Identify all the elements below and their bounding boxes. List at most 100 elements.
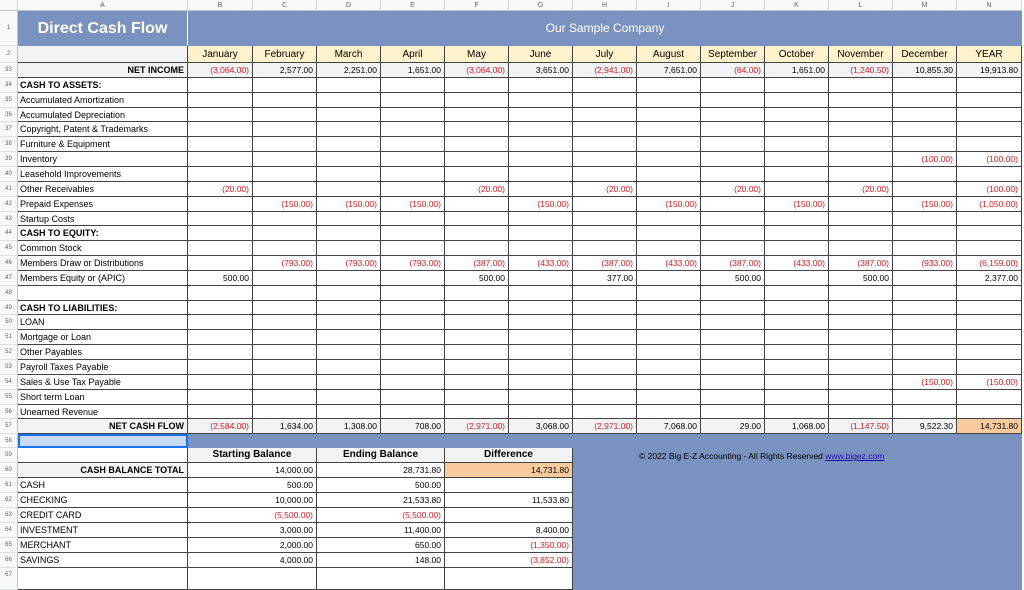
data-cell[interactable] — [637, 241, 701, 256]
data-cell[interactable] — [701, 137, 765, 152]
data-cell[interactable] — [445, 330, 509, 345]
data-cell[interactable]: (1,050.00) — [957, 197, 1022, 212]
data-cell[interactable]: (933.00) — [893, 256, 957, 271]
data-cell[interactable] — [765, 390, 829, 405]
row-number[interactable]: 63 — [0, 508, 18, 523]
data-cell[interactable] — [381, 301, 445, 315]
data-cell[interactable] — [317, 241, 381, 256]
data-cell[interactable] — [701, 315, 765, 330]
data-cell[interactable] — [765, 375, 829, 390]
data-cell[interactable] — [957, 390, 1022, 405]
balance-cell[interactable]: 500.00 — [188, 478, 317, 493]
data-cell[interactable]: (150.00) — [253, 197, 317, 212]
row-number[interactable]: 33 — [0, 63, 18, 78]
column-header-G[interactable]: G — [509, 0, 573, 11]
data-cell[interactable] — [893, 390, 957, 405]
data-cell[interactable]: 2,377.00 — [957, 271, 1022, 286]
data-cell[interactable] — [188, 330, 253, 345]
data-cell[interactable] — [509, 390, 573, 405]
data-cell[interactable] — [253, 405, 317, 419]
data-cell[interactable]: (64.00) — [701, 63, 765, 78]
data-cell[interactable] — [381, 212, 445, 226]
data-cell[interactable] — [573, 315, 637, 330]
data-cell[interactable] — [253, 122, 317, 137]
data-cell[interactable] — [188, 137, 253, 152]
data-cell[interactable] — [829, 345, 893, 360]
data-cell[interactable] — [317, 315, 381, 330]
data-cell[interactable] — [573, 137, 637, 152]
balance-cell[interactable]: 14,000.00 — [188, 463, 317, 478]
balance-cell[interactable] — [445, 508, 573, 523]
data-cell[interactable] — [188, 375, 253, 390]
data-cell[interactable] — [765, 167, 829, 182]
data-cell[interactable] — [829, 122, 893, 137]
data-cell[interactable] — [253, 182, 317, 197]
data-cell[interactable]: 708.00 — [381, 419, 445, 434]
data-cell[interactable] — [573, 390, 637, 405]
data-cell[interactable] — [573, 345, 637, 360]
data-cell[interactable] — [957, 137, 1022, 152]
data-cell[interactable] — [957, 360, 1022, 375]
row-number[interactable]: 45 — [0, 241, 18, 256]
data-cell[interactable] — [509, 271, 573, 286]
data-cell[interactable]: (20.00) — [573, 182, 637, 197]
data-cell[interactable] — [701, 78, 765, 93]
data-cell[interactable] — [509, 301, 573, 315]
data-cell[interactable] — [509, 152, 573, 167]
data-cell[interactable] — [188, 390, 253, 405]
data-cell[interactable]: (3,064.00) — [445, 63, 509, 78]
data-cell[interactable]: (387.00) — [573, 256, 637, 271]
data-cell[interactable] — [381, 78, 445, 93]
data-cell[interactable] — [829, 315, 893, 330]
data-cell[interactable] — [509, 315, 573, 330]
column-header-L[interactable]: L — [829, 0, 893, 11]
data-cell[interactable] — [317, 375, 381, 390]
row-number[interactable]: 35 — [0, 93, 18, 108]
data-cell[interactable] — [893, 271, 957, 286]
data-cell[interactable]: (793.00) — [317, 256, 381, 271]
data-cell[interactable] — [893, 345, 957, 360]
row-number[interactable]: 43 — [0, 212, 18, 226]
column-header-N[interactable]: N — [957, 0, 1022, 11]
balance-cell[interactable] — [445, 478, 573, 493]
data-cell[interactable]: (150.00) — [765, 197, 829, 212]
data-cell[interactable] — [765, 315, 829, 330]
data-cell[interactable] — [701, 108, 765, 122]
data-cell[interactable]: 3,068.00 — [509, 419, 573, 434]
data-cell[interactable] — [445, 405, 509, 419]
data-cell[interactable]: (100.00) — [957, 182, 1022, 197]
data-cell[interactable]: 1,651.00 — [381, 63, 445, 78]
data-cell[interactable] — [637, 137, 701, 152]
data-cell[interactable]: (100.00) — [957, 152, 1022, 167]
data-cell[interactable] — [445, 167, 509, 182]
data-cell[interactable]: (1,240.50) — [829, 63, 893, 78]
data-cell[interactable] — [381, 330, 445, 345]
data-cell[interactable] — [701, 405, 765, 419]
data-cell[interactable] — [445, 122, 509, 137]
data-cell[interactable] — [573, 360, 637, 375]
data-cell[interactable] — [509, 137, 573, 152]
data-cell[interactable] — [701, 93, 765, 108]
data-cell[interactable] — [765, 93, 829, 108]
balance-cell[interactable]: (1,350.00) — [445, 538, 573, 553]
data-cell[interactable] — [765, 330, 829, 345]
data-cell[interactable]: (3,064.00) — [188, 63, 253, 78]
data-cell[interactable] — [381, 122, 445, 137]
row-number[interactable]: 38 — [0, 137, 18, 152]
data-cell[interactable] — [188, 256, 253, 271]
data-cell[interactable] — [829, 137, 893, 152]
data-cell[interactable] — [701, 152, 765, 167]
data-cell[interactable]: (2,941.00) — [573, 63, 637, 78]
data-cell[interactable] — [317, 360, 381, 375]
data-cell[interactable] — [381, 271, 445, 286]
data-cell[interactable] — [381, 182, 445, 197]
data-cell[interactable] — [573, 167, 637, 182]
data-cell[interactable] — [381, 390, 445, 405]
data-cell[interactable] — [445, 375, 509, 390]
balance-cell[interactable]: 650.00 — [317, 538, 445, 553]
data-cell[interactable] — [445, 152, 509, 167]
data-cell[interactable] — [893, 137, 957, 152]
data-cell[interactable] — [253, 108, 317, 122]
data-cell[interactable] — [637, 315, 701, 330]
data-cell[interactable] — [317, 390, 381, 405]
